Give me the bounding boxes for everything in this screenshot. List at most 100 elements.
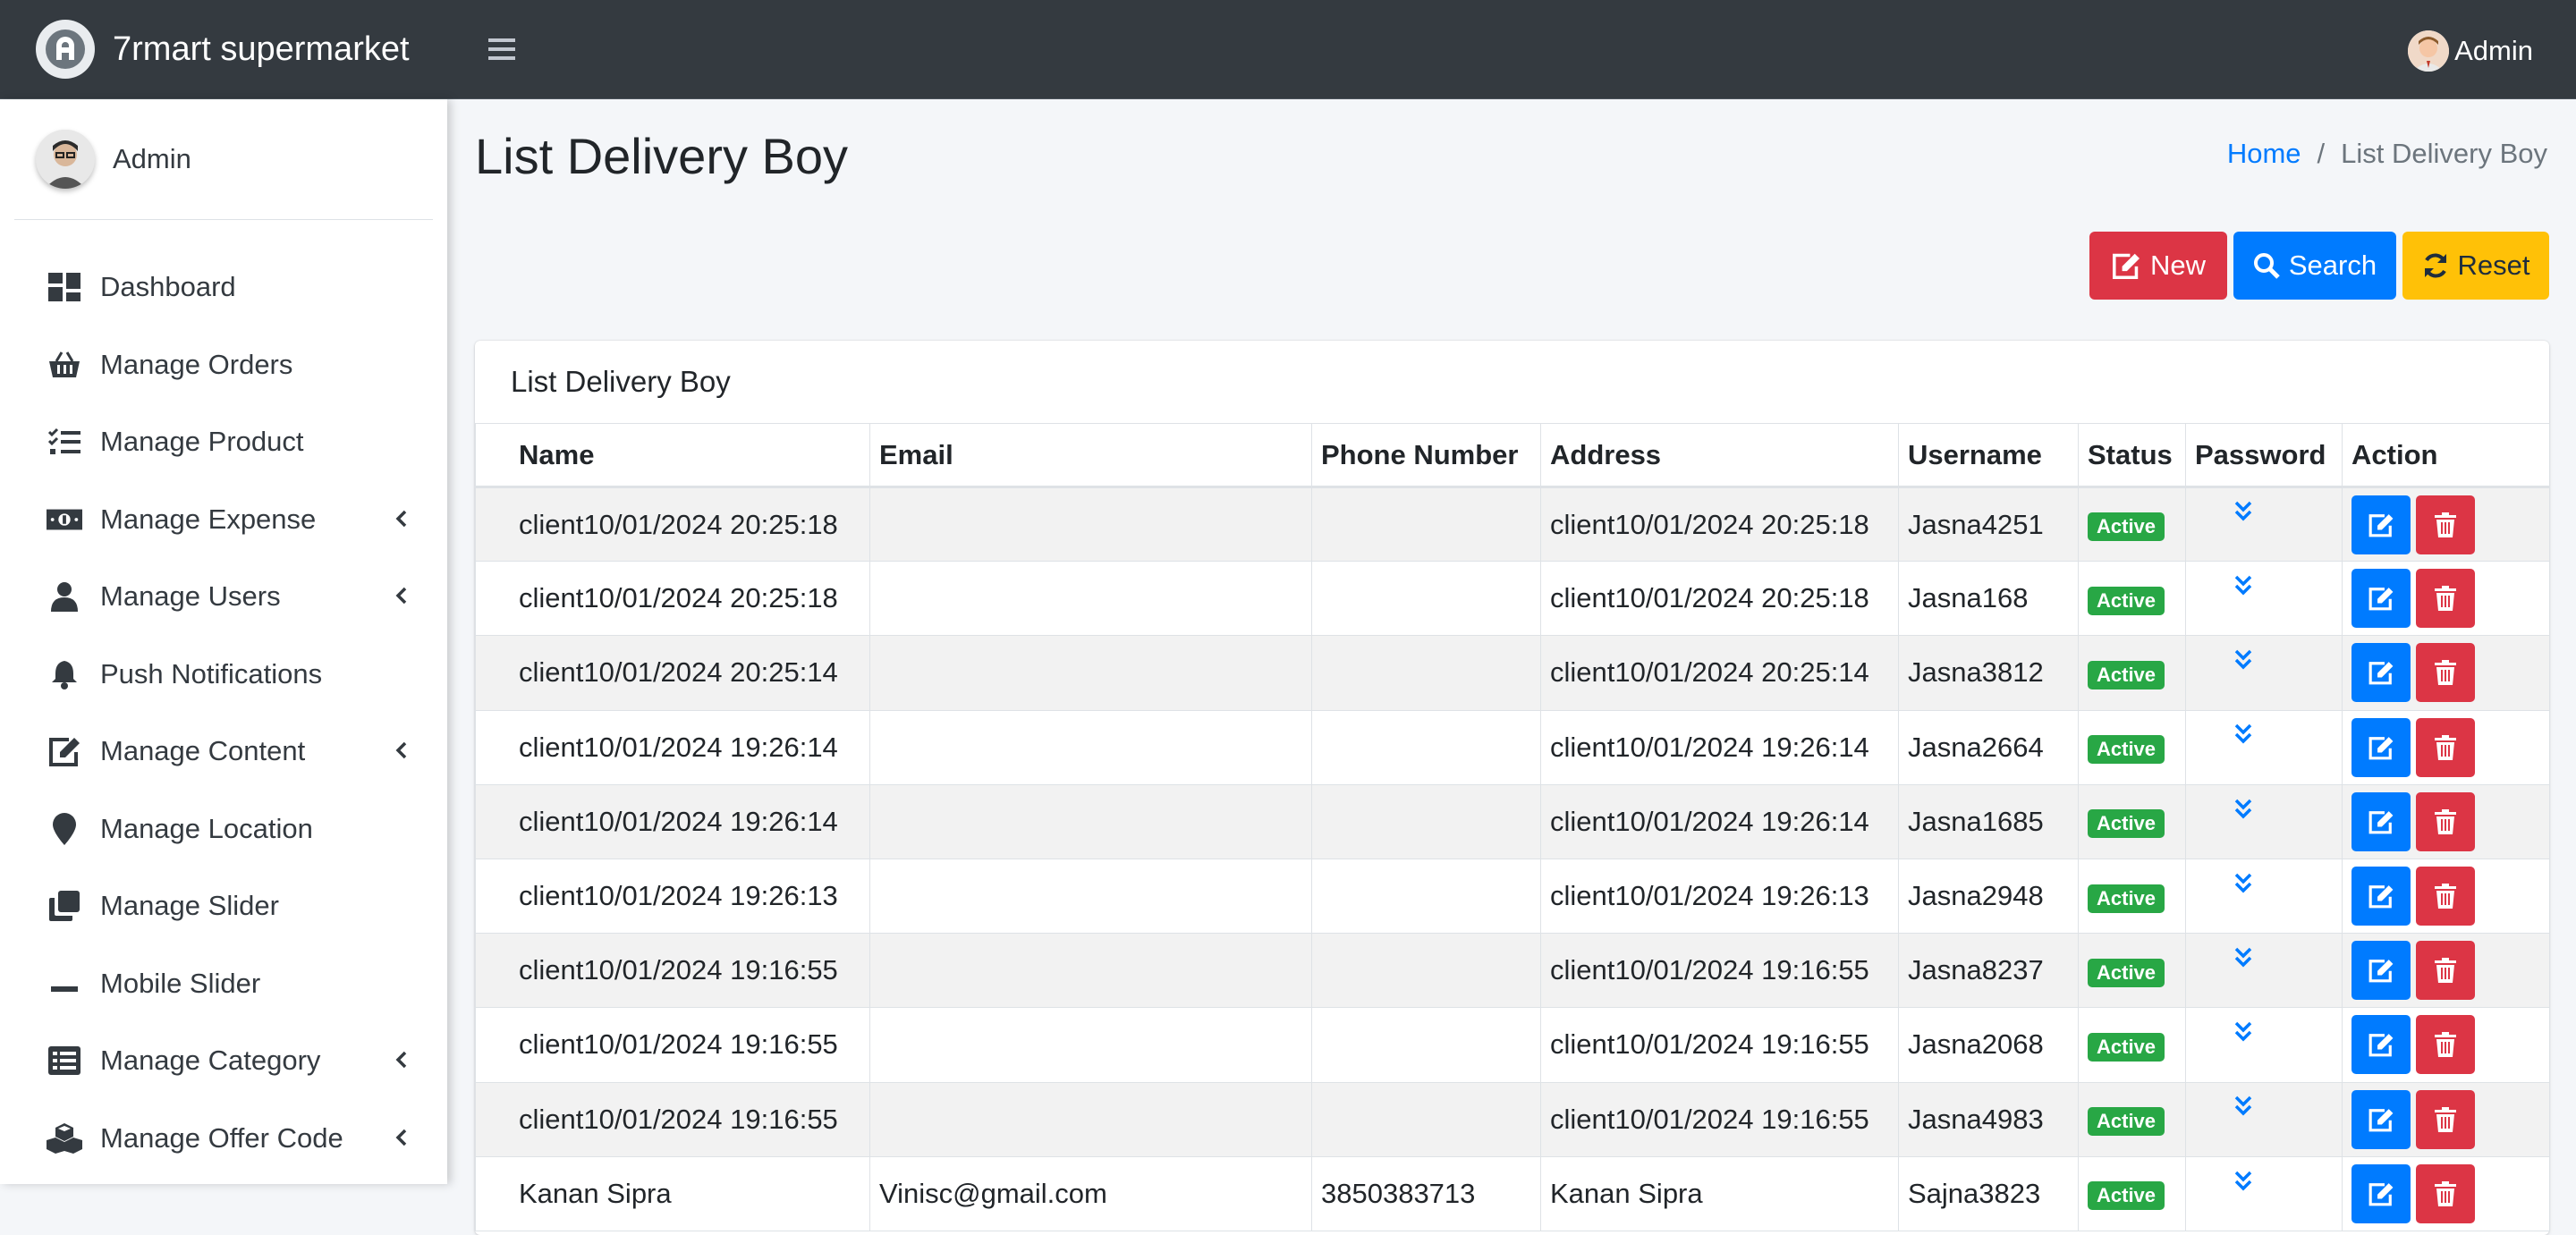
status-badge[interactable]: Active [2088,735,2165,765]
cell-action [2342,933,2550,1009]
sidebar-item-manage-expense[interactable]: Manage Expense [0,481,447,559]
edit-row-button[interactable] [2351,495,2411,554]
table-row: Kanan Sipra Vinisc@gmail.com 3850383713 Kan… [475,1155,2550,1231]
cell-status: Active [2078,933,2186,1009]
cell-address: client10/01/2024 19:26:14 [1540,709,1899,785]
table-row: client10/01/2024 19:26:14 client10/01/202… [475,709,2550,785]
user-name: Admin [113,143,191,174]
column-header-password[interactable]: Password [2185,423,2343,488]
column-header-email[interactable]: Email [869,423,1312,488]
brand-logo-icon [36,20,95,79]
cell-address: Kanan Sipra [1540,1155,1899,1231]
angle-double-down-icon[interactable] [2233,1019,2253,1051]
status-badge[interactable]: Active [2088,884,2165,913]
delete-row-button[interactable] [2416,495,2475,554]
edit-row-button[interactable] [2351,941,2411,1001]
edit-icon [2368,1108,2394,1132]
cell-action [2342,561,2550,637]
cell-status: Active [2078,1007,2186,1083]
column-header-action[interactable]: Action [2342,423,2550,488]
sidebar-item-label: Manage Users [100,580,281,613]
status-badge[interactable]: Active [2088,958,2165,987]
money-icon [47,502,82,537]
delete-row-button[interactable] [2416,643,2475,703]
cell-password [2185,1155,2343,1231]
sidebar-item-dashboard[interactable]: Dashboard [0,249,447,326]
new-button-label: New [2149,250,2206,281]
angle-double-down-icon[interactable] [2233,1093,2253,1125]
cell-action [2342,1155,2550,1231]
column-header-phone[interactable]: Phone Number [1311,423,1541,488]
user-panel[interactable]: Admin [14,99,433,220]
delete-row-button[interactable] [2416,1163,2475,1223]
edit-icon [2368,960,2394,983]
cubes-icon [47,1121,82,1156]
cell-email [869,1081,1312,1157]
angle-double-down-icon[interactable] [2233,870,2253,902]
status-badge[interactable]: Active [2088,660,2165,689]
edit-row-button[interactable] [2351,1089,2411,1149]
angle-double-down-icon[interactable] [2233,572,2253,605]
edit-icon [2112,253,2140,279]
cell-address: client10/01/2024 20:25:18 [1540,486,1899,563]
menu-toggle-icon[interactable] [488,34,515,64]
search-button[interactable]: Search [2233,232,2396,300]
delete-row-button[interactable] [2416,867,2475,926]
delete-row-button[interactable] [2416,1015,2475,1075]
sidebar-item-manage-orders[interactable]: Manage Orders [0,326,447,404]
reset-button[interactable]: Reset [2402,232,2549,300]
edit-icon [2368,811,2394,834]
cell-name: client10/01/2024 20:25:14 [475,635,870,711]
cell-password [2185,858,2343,935]
status-badge[interactable]: Active [2088,586,2165,615]
angle-double-down-icon[interactable] [2233,721,2253,753]
sidebar-item-mobile-slider[interactable]: Mobile Slider [0,945,447,1023]
edit-row-button[interactable] [2351,643,2411,703]
new-button[interactable]: New [2089,232,2227,300]
cell-status: Active [2078,1081,2186,1157]
status-badge[interactable]: Active [2088,1032,2165,1062]
sidebar-item-manage-slider[interactable]: Manage Slider [0,867,447,945]
status-badge[interactable]: Active [2088,809,2165,839]
delete-row-button[interactable] [2416,717,2475,777]
edit-row-button[interactable] [2351,1163,2411,1223]
sidebar-item-manage-product[interactable]: Manage Product [0,403,447,481]
angle-double-down-icon[interactable] [2233,498,2253,530]
edit-row-button[interactable] [2351,867,2411,926]
angle-double-down-icon[interactable] [2233,796,2253,828]
angle-double-down-icon[interactable] [2233,944,2253,977]
column-header-address[interactable]: Address [1540,423,1899,488]
trash-icon [2435,734,2456,760]
table-row: client10/01/2024 19:16:55 client10/01/202… [475,1081,2550,1157]
page-title: List Delivery Boy [475,128,849,184]
sidebar-item-manage-users[interactable]: Manage Users [0,558,447,636]
delete-row-button[interactable] [2416,941,2475,1001]
status-badge[interactable]: Active [2088,512,2165,542]
sidebar-item-push-notifications[interactable]: Push Notifications [0,636,447,714]
status-badge[interactable]: Active [2088,1107,2165,1137]
cell-phone [1311,561,1541,637]
sidebar-item-manage-offer-code[interactable]: Manage Offer Code [0,1100,447,1178]
cell-email [869,858,1312,935]
edit-row-button[interactable] [2351,717,2411,777]
edit-row-button[interactable] [2351,1015,2411,1075]
angle-double-down-icon[interactable] [2233,647,2253,679]
edit-row-button[interactable] [2351,791,2411,851]
column-header-status[interactable]: Status [2078,423,2186,488]
delete-row-button[interactable] [2416,569,2475,629]
column-header-name[interactable]: Name [475,423,870,488]
top-user-menu[interactable]: Admin [2408,30,2533,72]
edit-row-button[interactable] [2351,569,2411,629]
cell-email [869,1007,1312,1083]
chevron-left-icon [395,1122,408,1155]
brand-link[interactable]: 7rmart supermarket [0,0,447,99]
sidebar-item-manage-content[interactable]: Manage Content [0,713,447,791]
sidebar-item-manage-category[interactable]: Manage Category [0,1022,447,1100]
delete-row-button[interactable] [2416,791,2475,851]
cell-email [869,635,1312,711]
status-badge[interactable]: Active [2088,1181,2165,1211]
sidebar-item-manage-location[interactable]: Manage Location [0,791,447,868]
breadcrumb-home-link[interactable]: Home [2227,138,2301,170]
column-header-username[interactable]: Username [1898,423,2079,488]
delete-row-button[interactable] [2416,1089,2475,1149]
